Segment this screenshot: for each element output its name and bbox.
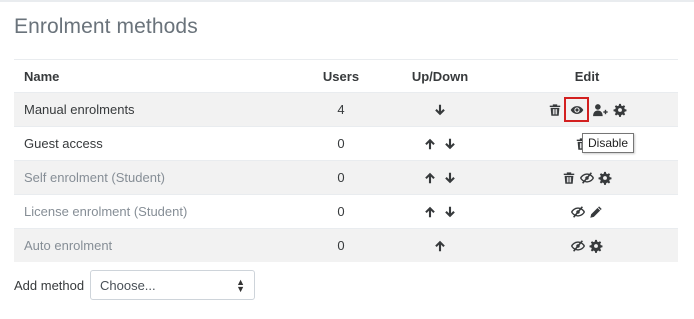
eye-icon[interactable] [564, 97, 589, 122]
table-header-row: Name Users Up/Down Edit [14, 59, 678, 92]
method-name: Guest access [24, 136, 103, 151]
gear-icon[interactable] [589, 238, 604, 253]
updown-cell [398, 127, 482, 160]
arrow-down-icon[interactable] [433, 102, 448, 117]
method-name: Manual enrolments [24, 102, 135, 117]
updown-cell [398, 161, 482, 194]
header-users: Users [322, 68, 360, 84]
enrol-users-icon[interactable] [591, 102, 609, 117]
arrow-up-icon[interactable] [423, 136, 438, 151]
eye-slash-icon[interactable] [571, 204, 586, 219]
updown-cell [398, 195, 482, 228]
header-updown: Up/Down [411, 68, 469, 84]
updown-cell [398, 93, 482, 126]
header-name: Name [24, 68, 60, 84]
method-name: License enrolment (Student) [24, 204, 188, 219]
method-name: Auto enrolment [24, 238, 113, 253]
arrow-down-icon[interactable] [443, 136, 458, 151]
arrow-down-icon[interactable] [443, 170, 458, 185]
arrow-down-icon[interactable] [443, 204, 458, 219]
add-method-label: Add method [14, 278, 85, 293]
header-edit: Edit [574, 68, 600, 84]
table-row: Guest access 0 [14, 126, 678, 160]
method-users: 0 [337, 204, 345, 219]
method-users: 0 [337, 170, 345, 185]
table-row: License enrolment (Student) 0 [14, 194, 678, 228]
edit-cell [482, 195, 692, 228]
eye-slash-icon[interactable] [571, 238, 586, 253]
updown-cell [398, 229, 482, 262]
arrow-up-icon[interactable] [423, 204, 438, 219]
method-users: 0 [337, 136, 345, 151]
gear-icon[interactable] [612, 102, 627, 117]
disable-tooltip: Disable [582, 133, 635, 153]
edit-cell [482, 229, 692, 262]
gear-icon[interactable] [598, 170, 613, 185]
select-caret-icon: ▲ ▼ [236, 277, 245, 294]
eye-slash-icon[interactable] [580, 170, 595, 185]
select-value: Choose... [100, 277, 156, 293]
table-row: Auto enrolment 0 [14, 228, 678, 262]
method-name: Self enrolment (Student) [24, 170, 165, 185]
table-row: Self enrolment (Student) 0 [14, 160, 678, 194]
enrolment-methods-table: Name Users Up/Down Edit Manual enrolment… [14, 59, 678, 262]
method-users: 0 [337, 238, 345, 253]
arrow-up-icon[interactable] [423, 170, 438, 185]
page-title: Enrolment methods [14, 15, 198, 38]
table-row: Manual enrolments 4 [14, 92, 678, 126]
add-method-select[interactable]: Choose... ▲ ▼ [90, 270, 255, 300]
pencil-icon[interactable] [589, 204, 604, 219]
edit-cell [482, 161, 692, 194]
arrow-up-icon[interactable] [433, 238, 448, 253]
top-border [0, 0, 694, 2]
delete-icon[interactable] [562, 170, 577, 185]
method-users: 4 [337, 102, 345, 117]
edit-cell [482, 93, 692, 126]
delete-icon[interactable] [547, 102, 562, 117]
